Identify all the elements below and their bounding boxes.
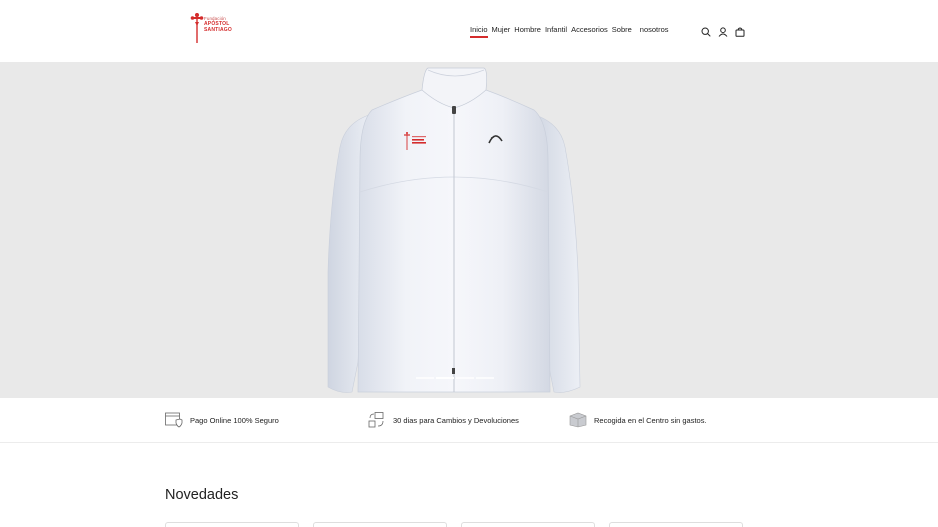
returns-icon: [368, 412, 384, 428]
hero-banner[interactable]: [0, 62, 938, 398]
slider-dot-4[interactable]: [476, 377, 494, 379]
feature-secure-payment: Pago Online 100% Seguro: [165, 412, 279, 428]
product-card[interactable]: [609, 522, 743, 527]
feature-returns: 30 dias para Cambios y Devoluciones: [368, 412, 519, 428]
product-card[interactable]: [165, 522, 299, 527]
feature-label: Pago Online 100% Seguro: [190, 415, 279, 425]
nav-item-accesorios[interactable]: Accesorios: [571, 25, 608, 34]
search-icon[interactable]: [701, 24, 711, 37]
nav-item-mujer[interactable]: Mujer: [492, 25, 511, 34]
site-header: Fundación APÓSTOL SANTIAGO Inicio Mujer …: [0, 0, 938, 62]
features-strip: Pago Online 100% Seguro 30 dias para Cam…: [0, 398, 938, 443]
logo-line-2: SANTIAGO: [204, 26, 232, 33]
hero-slider-dots: [416, 377, 494, 379]
nav-item-hombre[interactable]: Hombre: [514, 25, 541, 34]
site-logo[interactable]: Fundación APÓSTOL SANTIAGO: [190, 12, 250, 44]
bag-icon[interactable]: [735, 24, 745, 37]
pickup-box-icon: [569, 412, 587, 428]
feature-label: 30 dias para Cambios y Devoluciones: [393, 415, 519, 425]
slider-dot-3[interactable]: [456, 377, 474, 379]
feature-label: Recogida en el Centro sin gastos.: [594, 415, 707, 425]
user-icon[interactable]: [718, 24, 728, 37]
slider-dot-1[interactable]: [416, 377, 434, 379]
secure-payment-icon: [165, 412, 183, 428]
slider-dot-2[interactable]: [436, 377, 454, 379]
nav-item-sobre[interactable]: Sobre: [612, 25, 632, 34]
logo-name: APÓSTOL SANTIAGO: [204, 21, 232, 33]
cross-logo-icon: [190, 13, 204, 43]
novedades-title: Novedades: [165, 487, 239, 503]
nav-item-nosotros[interactable]: nosotros: [640, 25, 669, 34]
feature-pickup: Recogida en el Centro sin gastos.: [569, 412, 707, 428]
nav-item-infantil[interactable]: Infantil: [545, 25, 567, 34]
product-card[interactable]: [461, 522, 595, 527]
nav-item-inicio[interactable]: Inicio: [470, 25, 488, 38]
header-icons: [701, 24, 745, 37]
product-card[interactable]: [313, 522, 447, 527]
novedades-product-list: [165, 522, 743, 527]
jacket-image: [327, 67, 581, 393]
main-nav: Inicio Mujer Hombre Infantil Accesorios …: [470, 25, 673, 38]
